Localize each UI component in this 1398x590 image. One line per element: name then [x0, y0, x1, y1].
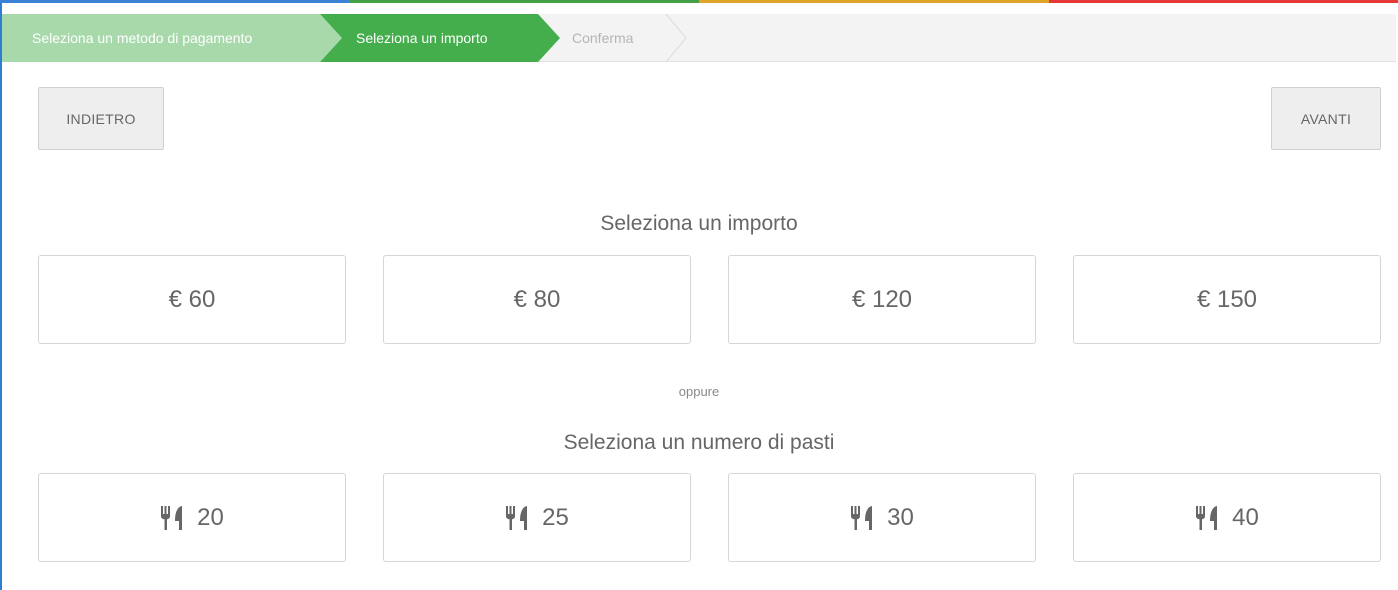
fork-knife-icon — [1196, 505, 1218, 530]
back-button[interactable]: INDIETRO — [38, 87, 164, 150]
meals-option[interactable]: 25 — [383, 473, 691, 562]
amount-option[interactable]: € 60 — [38, 255, 346, 344]
amount-value: € 120 — [851, 285, 913, 313]
fork-knife-icon — [161, 505, 183, 530]
meals-count: 25 — [542, 503, 569, 531]
fork-knife-icon — [851, 505, 873, 530]
meals-option[interactable]: 30 — [728, 473, 1036, 562]
amount-option[interactable]: € 120 — [728, 255, 1036, 344]
amount-heading: Seleziona un importo — [600, 212, 798, 235]
amount-value: € 80 — [513, 285, 561, 313]
separator-text: oppure — [678, 384, 720, 399]
meals-count: 30 — [887, 503, 914, 531]
amount-value: € 60 — [168, 285, 216, 313]
meals-option[interactable]: 20 — [38, 473, 346, 562]
step-amount[interactable]: Seleziona un importo — [320, 14, 560, 62]
amount-value: € 150 — [1196, 285, 1258, 313]
meals-count: 20 — [197, 503, 224, 531]
step-payment-method[interactable]: Seleziona un metodo di pagamento — [2, 14, 342, 62]
meals-count: 40 — [1232, 503, 1259, 531]
progress-steps: Seleziona un metodo di pagamento Selezio… — [2, 14, 1396, 62]
meals-heading: Seleziona un numero di pasti — [563, 431, 835, 454]
meals-option[interactable]: 40 — [1073, 473, 1381, 562]
top-color-bar — [0, 0, 1398, 3]
next-button[interactable]: AVANTI — [1271, 87, 1381, 150]
step-label: Conferma — [572, 30, 634, 46]
step-label: Seleziona un metodo di pagamento — [32, 30, 253, 46]
amount-option[interactable]: € 80 — [383, 255, 691, 344]
step-chevron-icon — [665, 14, 687, 62]
fork-knife-icon — [506, 505, 528, 530]
amount-option[interactable]: € 150 — [1073, 255, 1381, 344]
step-label: Seleziona un importo — [356, 30, 488, 46]
